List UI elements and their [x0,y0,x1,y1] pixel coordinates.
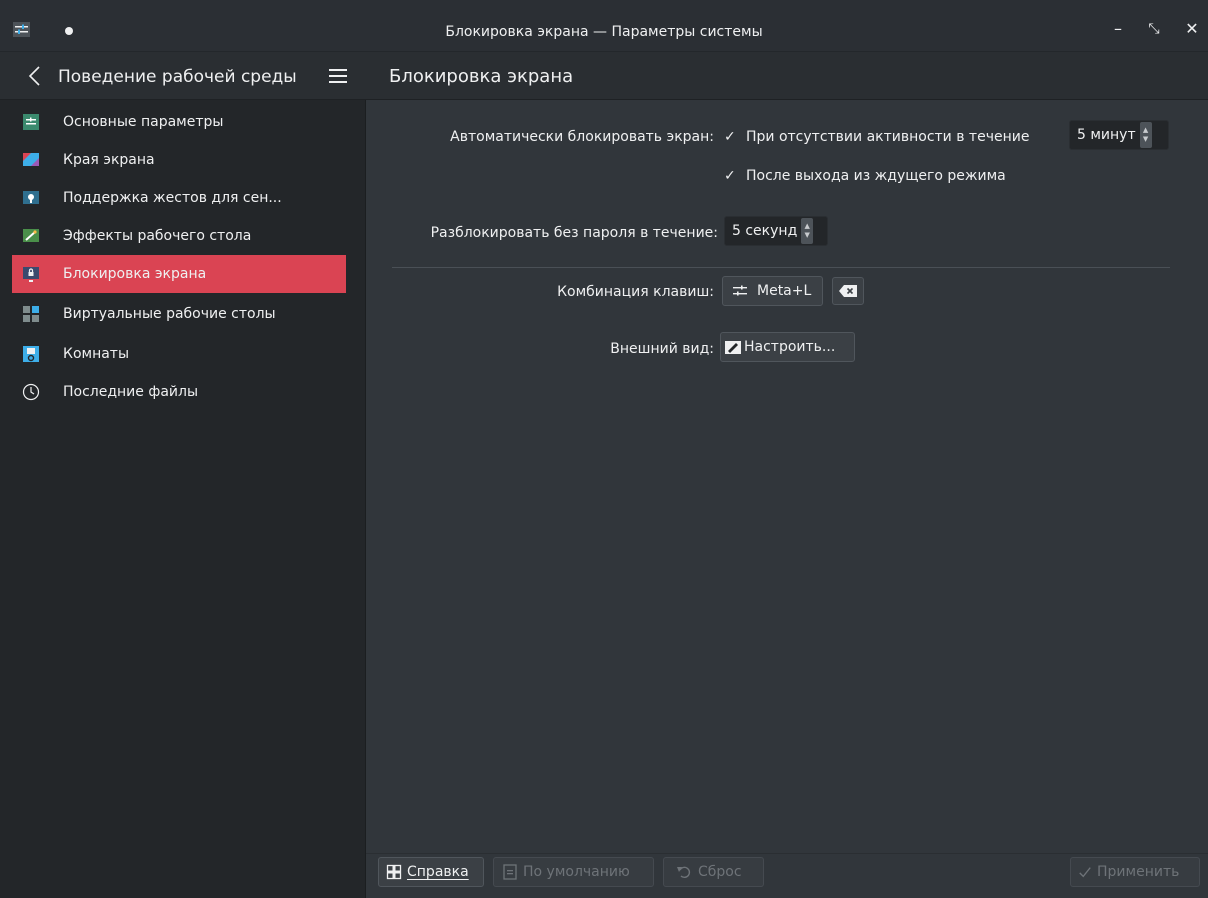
sidebar-item-general[interactable]: Основные параметры [12,103,346,141]
screen-lock-icon [23,267,39,282]
activities-icon [23,346,39,362]
sidebar-item-label: Последние файлы [63,384,198,400]
appearance-label: Внешний вид: [610,341,714,357]
checkmark-icon: ✓ [724,168,736,184]
help-icon [386,864,402,880]
sidebar-item-virtual-desktops[interactable]: Виртуальные рабочие столы [12,295,346,333]
undo-icon [677,866,691,879]
title-bar: Блокировка экрана — Параметры системы – … [0,0,1208,52]
reset-button[interactable]: Сброс [663,857,764,887]
sidebar-item-label: Поддержка жестов для сен... [63,190,282,206]
footer-divider [366,853,1208,854]
sidebar-item-label: Виртуальные рабочие столы [63,306,276,322]
touch-gestures-icon [23,191,39,204]
check-icon [1079,867,1091,878]
content-header: Блокировка экрана [366,52,1208,100]
sidebar-title: Поведение рабочей среды [58,67,297,87]
shortcut-value: Meta+L [757,283,812,299]
autolock-idle-label: При отсутствии активности в течение [746,129,1030,145]
shortcut-button[interactable]: Meta+L [722,276,823,306]
recent-files-icon [22,383,40,401]
sidebar-item-screen-edges[interactable]: Края экрана [12,141,346,179]
apply-button[interactable]: Применить [1070,857,1200,887]
sidebar-item-desktop-effects[interactable]: Эффекты рабочего стола [12,217,346,255]
configure-icon [725,341,741,354]
page-title: Блокировка экрана [389,66,574,87]
minimize-button[interactable]: – [1107,18,1129,40]
autolock-timeout-spinbox[interactable]: 5 минут ▲ ▼ [1069,120,1169,150]
spin-arrows-icon[interactable]: ▲ ▼ [1139,122,1152,148]
sidebar-item-label: Основные параметры [63,114,224,130]
help-button-label: Справка [407,864,469,880]
virtual-desktops-icon [23,306,39,322]
grace-period-value[interactable]: 5 секунд [725,223,801,239]
separator [392,267,1170,268]
apply-button-label: Применить [1097,864,1180,880]
window-title: Блокировка экрана — Параметры системы [445,24,763,40]
sidebar-item-screen-lock[interactable]: Блокировка экрана [12,255,346,293]
autolock-timeout-value[interactable]: 5 минут [1070,127,1140,143]
backspace-icon [839,285,857,297]
grace-label: Разблокировать без пароля в течение: [430,225,718,241]
autolock-resume-checkbox[interactable]: ✓ После выхода из ждущего режима [724,168,1006,184]
autolock-label: Автоматически блокировать экран: [450,129,714,145]
configure-appearance-button[interactable]: Настроить... [720,332,855,362]
hamburger-menu-icon[interactable] [328,67,348,85]
sidebar-item-activities[interactable]: Комнаты [12,335,346,373]
sidebar-item-label: Блокировка экрана [63,266,207,282]
shortcut-config-icon [733,285,747,296]
back-arrow-icon[interactable] [27,65,43,87]
sidebar-item-touch-gestures[interactable]: Поддержка жестов для сен... [12,179,346,217]
grace-period-spinbox[interactable]: 5 секунд ▲ ▼ [724,216,828,246]
sidebar-item-label: Эффекты рабочего стола [63,228,252,244]
document-revert-icon [503,864,517,880]
general-settings-icon [23,114,39,130]
defaults-button[interactable]: По умолчанию [493,857,654,887]
autolock-idle-checkbox[interactable]: ✓ При отсутствии активности в течение [724,129,1029,145]
screen-edges-icon [23,153,39,166]
sidebar-item-label: Края экрана [63,152,155,168]
autolock-resume-label: После выхода из ждущего режима [746,168,1006,184]
sidebar-item-label: Комнаты [63,346,130,362]
restore-button[interactable]: ⤡ [1143,18,1165,40]
defaults-button-label: По умолчанию [523,864,630,880]
reset-button-label: Сброс [698,864,742,880]
help-button[interactable]: Справка [378,857,484,887]
clear-shortcut-button[interactable] [832,277,864,305]
configure-button-label: Настроить... [744,339,836,355]
close-button[interactable]: ✕ [1181,18,1203,40]
sidebar-header: Поведение рабочей среды [0,52,366,100]
shortcut-label: Комбинация клавиш: [557,284,714,300]
checkmark-icon: ✓ [724,129,736,145]
desktop-effects-icon [23,229,39,242]
spin-arrows-icon[interactable]: ▲ ▼ [801,218,814,244]
sidebar-item-recent-files[interactable]: Последние файлы [12,373,346,411]
sidebar: Основные параметры Края экрана Поддержка… [0,100,366,898]
